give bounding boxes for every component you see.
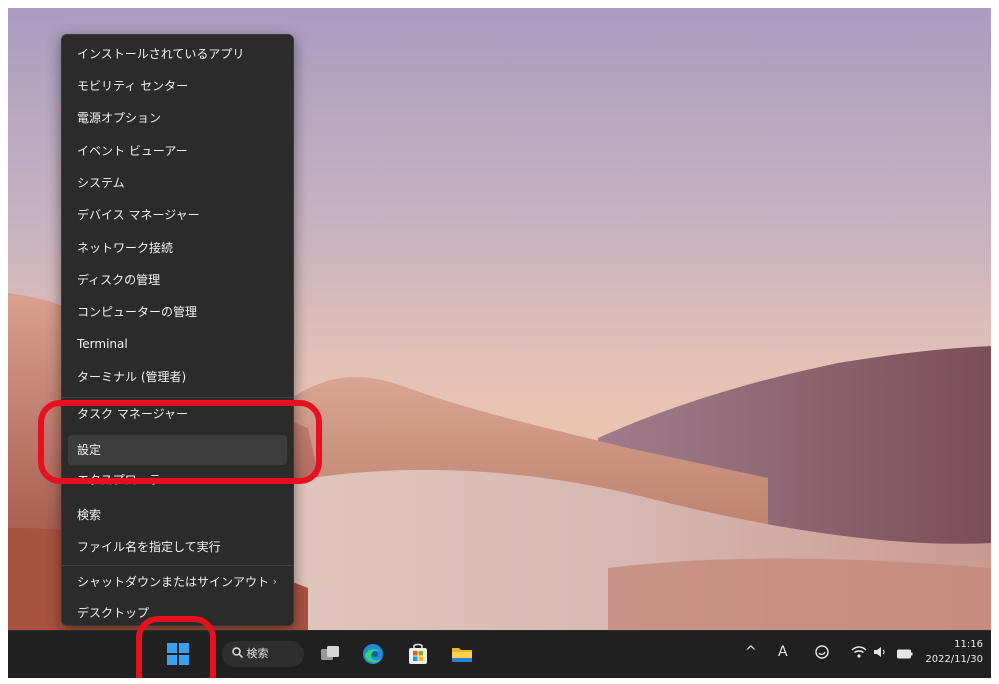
microsoft-store-icon: [409, 643, 427, 664]
search-icon: [232, 647, 244, 659]
file-explorer-button[interactable]: [449, 641, 475, 667]
menu-item-power-options[interactable]: 電源オプション: [68, 103, 287, 133]
menu-item-terminal[interactable]: Terminal: [68, 329, 287, 359]
volume-icon[interactable]: [873, 645, 887, 663]
taskbar-clock[interactable]: 11:16 2022/11/30: [917, 637, 983, 667]
menu-item-computer-management[interactable]: コンピューターの管理: [68, 297, 287, 327]
winx-context-menu: インストールされているアプリ モビリティ センター 電源オプション イベント ビ…: [61, 34, 294, 626]
folder-icon: [452, 648, 472, 662]
menu-item-event-viewer[interactable]: イベント ビューアー: [68, 136, 287, 166]
clock-date: 2022/11/30: [925, 654, 983, 665]
start-button[interactable]: [165, 641, 191, 667]
edge-icon: [363, 644, 383, 664]
menu-item-settings[interactable]: 設定: [68, 435, 287, 465]
edge-button[interactable]: [360, 641, 386, 667]
menu-item-mobility-center[interactable]: モビリティ センター: [68, 71, 287, 101]
search-label: 検索: [246, 647, 269, 660]
wifi-icon[interactable]: [851, 645, 867, 663]
menu-item-label: シャットダウンまたはサインアウト: [77, 575, 270, 589]
input-mode-icon: [815, 645, 829, 659]
menu-item-terminal-admin[interactable]: ターミナル (管理者): [68, 362, 287, 392]
taskbar-search[interactable]: 検索: [222, 641, 304, 667]
menu-item-task-manager[interactable]: タスク マネージャー: [68, 399, 287, 429]
menu-separator: [62, 397, 293, 398]
menu-item-run[interactable]: ファイル名を指定して実行: [68, 532, 287, 562]
task-view-button[interactable]: [317, 641, 343, 667]
menu-item-shutdown-signout[interactable]: シャットダウンまたはサインアウト ›: [68, 567, 287, 597]
ime-indicator[interactable]: A: [778, 644, 788, 660]
store-button[interactable]: [405, 641, 431, 667]
windows-logo-icon: [167, 643, 189, 665]
wifi-signal-icon: [851, 646, 867, 658]
speaker-icon: [874, 647, 885, 657]
ime-mode-icon[interactable]: [814, 644, 830, 664]
menu-item-disk-management[interactable]: ディスクの管理: [68, 265, 287, 295]
menu-item-device-manager[interactable]: デバイス マネージャー: [68, 200, 287, 230]
menu-separator: [62, 565, 293, 566]
taskbar: 検索 ^ A 11:16 2022/11/30: [8, 630, 991, 678]
clock-time: 11:16: [954, 639, 983, 650]
menu-item-network-connections[interactable]: ネットワーク接続: [68, 233, 287, 263]
menu-item-installed-apps[interactable]: インストールされているアプリ: [68, 39, 287, 69]
desktop-screen: インストールされているアプリ モビリティ センター 電源オプション イベント ビ…: [8, 8, 991, 678]
task-view-icon: [321, 646, 339, 660]
menu-item-system[interactable]: システム: [68, 168, 287, 198]
menu-item-search[interactable]: 検索: [68, 500, 287, 530]
menu-item-desktop[interactable]: デスクトップ: [68, 598, 287, 628]
menu-item-file-explorer[interactable]: エクスプローラー: [68, 465, 287, 495]
battery-level-icon: [897, 649, 913, 659]
chevron-right-icon: ›: [272, 575, 277, 588]
show-hidden-icons-chevron[interactable]: ^: [745, 644, 757, 660]
battery-icon[interactable]: [897, 647, 913, 663]
